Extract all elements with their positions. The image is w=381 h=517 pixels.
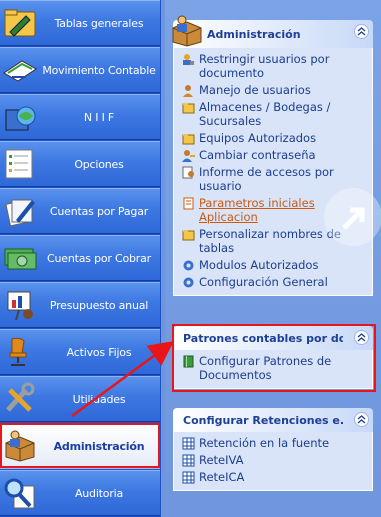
link-configurar-patrones[interactable]: Configurar Patrones de Documentos [182, 354, 366, 382]
link-reteica[interactable]: ReteICA [182, 470, 366, 484]
nav-item-cuentas-por-cobrar[interactable]: Cuentas por Cobrar [0, 235, 160, 281]
nav-item-movimiento-contable[interactable]: Movimiento Contable [0, 47, 160, 93]
link-label: Informe de accesos por usuario [199, 165, 334, 193]
panel-header[interactable]: Configurar Retenciones e... [173, 408, 373, 432]
nav-label: N I I F [83, 110, 115, 124]
link-configuracion-general[interactable]: Configuración General [182, 275, 366, 289]
link-almacenes[interactable]: Almacenes / Bodegas / Sucursales [182, 100, 366, 128]
green-book-icon [183, 355, 194, 368]
report-user-icon [182, 166, 194, 179]
collapse-button[interactable] [354, 412, 369, 427]
panel-header[interactable]: Patrones contables por do... [173, 326, 373, 350]
link-label: Manejo de usuarios [199, 83, 311, 97]
magnifier-doc-icon [4, 478, 35, 509]
tools-icon [6, 382, 35, 412]
task-pane: Administración Restringir usuarios por d… [165, 0, 381, 517]
link-label: Almacenes / Bodegas / Sucursales [199, 100, 331, 128]
nav-label: Movimiento Contable [42, 63, 156, 77]
link-parametros-iniciales[interactable]: Parametros iniciales Aplicacion [182, 196, 366, 224]
collapse-button[interactable] [354, 330, 369, 345]
panel-administracion: Administración Restringir usuarios por d… [172, 15, 381, 296]
panel-title: Administración [207, 27, 301, 41]
nav-label: Administración [53, 439, 145, 453]
link-label: Modulos Autorizados [199, 258, 319, 272]
nav-item-cuentas-por-pagar[interactable]: Cuentas por Pagar [0, 188, 160, 234]
link-label: Configuración General [199, 275, 328, 289]
nav-item-utilidades[interactable]: Utilidades [0, 376, 160, 422]
nav-label: Cuentas por Pagar [49, 204, 149, 218]
panel-title: Configurar Retenciones e... [183, 413, 343, 427]
grid-doc-icon [182, 471, 195, 484]
presentation-icon [7, 291, 33, 321]
link-equipos-autorizados[interactable]: Equipos Autorizados [182, 131, 366, 145]
chevron-up-icon [357, 27, 366, 36]
nav-item-presupuesto-anual[interactable]: Presupuesto anual [0, 282, 160, 328]
office-chair-icon [9, 337, 27, 366]
globe-books-icon [5, 106, 36, 131]
link-label: Retención en la fuente [199, 436, 330, 450]
panel-body: Restringir usuarios por documento Manejo… [173, 48, 381, 296]
ledger-pen-icon [3, 60, 37, 82]
nav-item-opciones[interactable]: Opciones [0, 141, 160, 187]
folder-icon [182, 230, 195, 241]
gear-icon [183, 260, 194, 271]
nav-label: Opciones [74, 157, 124, 171]
panel-header[interactable]: Administración [172, 15, 373, 48]
nav-label: Tablas generales [54, 16, 144, 30]
papers-pen-icon [5, 199, 35, 227]
user-key-icon [182, 150, 195, 162]
panel-title: Patrones contables por do... [183, 331, 343, 345]
nav-label: Presupuesto anual [49, 298, 149, 312]
nav-item-activos-fijos[interactable]: Activos Fijos [0, 329, 160, 375]
users-lock-icon [183, 54, 194, 65]
folder-icon [182, 134, 195, 145]
grid-doc-icon [182, 454, 195, 467]
link-label: Equipos Autorizados [199, 131, 317, 145]
document-icon [183, 197, 194, 210]
nav-label: Activos Fijos [66, 345, 132, 359]
link-modulos-autorizados[interactable]: Modulos Autorizados [182, 258, 366, 272]
chevron-up-icon [357, 333, 366, 342]
nav-item-tablas-generales[interactable]: Tablas generales [0, 0, 160, 46]
nav-item-niif[interactable]: N I I F [0, 94, 160, 140]
admin-box-icon [5, 430, 35, 462]
nav-label: Utilidades [72, 392, 126, 406]
checklist-icon [5, 149, 33, 179]
link-restringir-usuarios[interactable]: Restringir usuarios por documento [182, 52, 366, 80]
link-label: Personalizar nombres de tablas [199, 227, 341, 255]
admin-box-icon [172, 15, 202, 47]
link-label: ReteIVA [199, 453, 244, 467]
chevron-up-icon [357, 415, 366, 424]
link-cambiar-contrasena[interactable]: Cambiar contraseña [182, 148, 366, 162]
link-personalizar-nombres[interactable]: Personalizar nombres de tablas [182, 227, 366, 255]
module-navigation: Tablas generales Movimiento Contable N I… [0, 0, 161, 517]
link-manejo-usuarios[interactable]: Manejo de usuarios [182, 83, 366, 97]
nav-item-auditoria[interactable]: Auditoria [0, 470, 160, 516]
link-label: Configurar Patrones de Documentos [199, 354, 332, 382]
user-icon [183, 85, 193, 97]
panel-body: Retención en la fuente ReteIVA ReteICA [173, 432, 373, 491]
nav-label: Cuentas por Cobrar [47, 251, 151, 265]
link-retencion-fuente[interactable]: Retención en la fuente [182, 436, 366, 450]
folder-icon [182, 103, 195, 114]
panel-body: Configurar Patrones de Documentos [173, 350, 373, 389]
link-label: Parametros iniciales Aplicacion [199, 196, 315, 224]
nav-item-administracion[interactable]: Administración [0, 423, 160, 469]
money-bills-icon [4, 248, 37, 270]
link-label: Restringir usuarios por documento [199, 52, 330, 80]
link-reteiva[interactable]: ReteIVA [182, 453, 366, 467]
panel-configurar-retenciones: Configurar Retenciones e... Retención en… [173, 408, 373, 491]
link-informe-accesos[interactable]: Informe de accesos por usuario [182, 165, 366, 193]
nav-label: Auditoria [74, 486, 124, 500]
link-label: ReteICA [199, 470, 245, 484]
grid-doc-icon [182, 437, 195, 450]
collapse-button[interactable] [354, 24, 369, 39]
folder-pencil-icon [4, 9, 36, 37]
gear-icon [183, 277, 194, 288]
link-label: Cambiar contraseña [199, 148, 316, 162]
panel-patrones-contables: Patrones contables por do... Configurar … [173, 326, 373, 389]
